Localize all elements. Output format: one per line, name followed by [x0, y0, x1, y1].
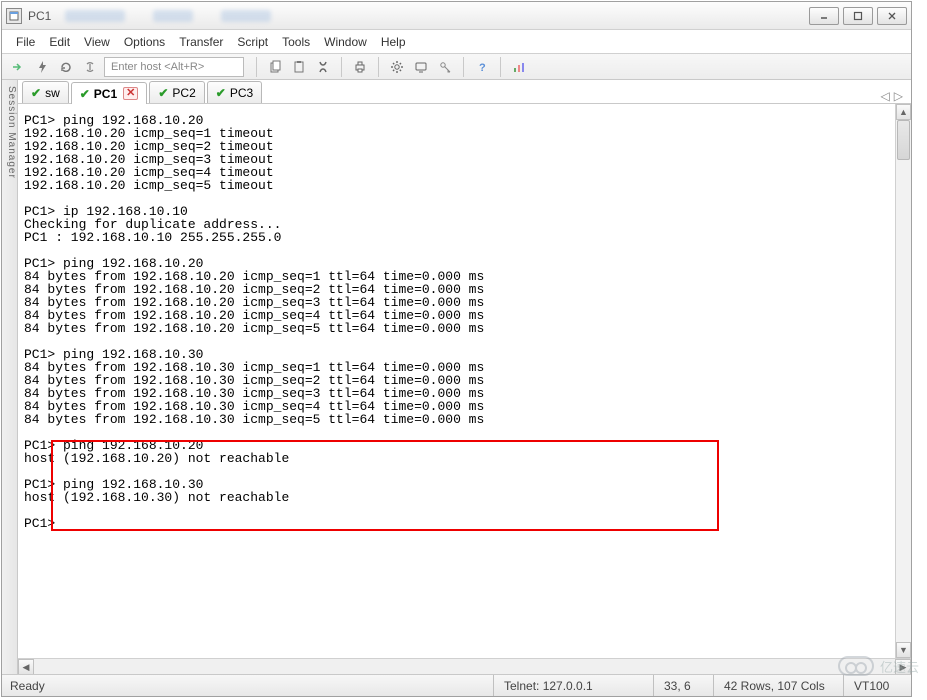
- terminal-output[interactable]: PC1> ping 192.168.10.20 192.168.10.20 ic…: [18, 104, 895, 658]
- menu-window[interactable]: Window: [324, 35, 367, 49]
- status-ready: Ready: [10, 675, 493, 696]
- horizontal-scrollbar[interactable]: ◀ ▶: [18, 658, 911, 674]
- host-placeholder: Enter host <Alt+R>: [111, 61, 204, 73]
- toolbar: Enter host <Alt+R> ?: [2, 54, 911, 80]
- lightning-icon[interactable]: [32, 57, 52, 77]
- session-manager-label: Session Manager: [6, 86, 17, 179]
- status-connection: Telnet: 127.0.0.1: [493, 675, 653, 696]
- copy-icon[interactable]: [265, 57, 285, 77]
- scroll-down-icon[interactable]: ▼: [896, 642, 911, 658]
- toolbar-separator: [256, 57, 257, 77]
- status-cursor: 33, 6: [653, 675, 713, 696]
- find-icon[interactable]: [313, 57, 333, 77]
- status-termtype: VT100: [843, 675, 903, 696]
- vertical-scrollbar[interactable]: ▲ ▼: [895, 104, 911, 658]
- check-icon: ✔: [31, 86, 41, 100]
- statusbar: Ready Telnet: 127.0.0.1 33, 6 42 Rows, 1…: [2, 674, 911, 696]
- app-window: PC1 File Edit View Options Transfer Scri…: [1, 1, 912, 697]
- tab-next-icon[interactable]: ▷: [894, 89, 903, 103]
- main-area: ✔ sw ✔ PC1 ✕ ✔ PC2 ✔ PC3 ◁ ▷: [18, 80, 911, 674]
- menu-view[interactable]: View: [84, 35, 110, 49]
- tab-sw[interactable]: ✔ sw: [22, 81, 69, 103]
- scroll-left-icon[interactable]: ◀: [18, 659, 34, 674]
- menu-tools[interactable]: Tools: [282, 35, 310, 49]
- toolbar-separator: [500, 57, 501, 77]
- tab-prev-icon[interactable]: ◁: [881, 89, 890, 103]
- svg-text:?: ?: [479, 62, 486, 74]
- tab-label: PC2: [172, 86, 195, 100]
- toolbar-separator: [378, 57, 379, 77]
- scroll-track[interactable]: [896, 120, 911, 642]
- menu-edit[interactable]: Edit: [49, 35, 70, 49]
- print-icon[interactable]: [350, 57, 370, 77]
- tab-pc2[interactable]: ✔ PC2: [149, 81, 204, 103]
- close-tab-icon[interactable]: ✕: [123, 87, 138, 100]
- tab-label: PC3: [230, 86, 253, 100]
- session-icon[interactable]: [411, 57, 431, 77]
- quick-connect-icon[interactable]: [8, 57, 28, 77]
- menu-script[interactable]: Script: [237, 35, 268, 49]
- host-input[interactable]: Enter host <Alt+R>: [104, 57, 244, 77]
- check-icon: ✔: [80, 87, 90, 101]
- tab-pc3[interactable]: ✔ PC3: [207, 81, 262, 103]
- chart-icon[interactable]: [509, 57, 529, 77]
- reconnect-icon[interactable]: [56, 57, 76, 77]
- title-blur-decoration: [153, 10, 193, 22]
- app-icon: [6, 8, 22, 24]
- scroll-up-icon[interactable]: ▲: [896, 104, 911, 120]
- session-manager-panel[interactable]: Session Manager: [2, 80, 18, 674]
- maximize-button[interactable]: [843, 7, 873, 25]
- scroll-right-icon[interactable]: ▶: [895, 659, 911, 674]
- toolbar-separator: [463, 57, 464, 77]
- terminal-frame: PC1> ping 192.168.10.20 192.168.10.20 ic…: [18, 104, 911, 658]
- tab-label: sw: [45, 86, 60, 100]
- body-area: Session Manager ✔ sw ✔ PC1 ✕ ✔ PC2: [2, 80, 911, 674]
- tab-label: PC1: [94, 87, 117, 101]
- window-title: PC1: [28, 9, 51, 23]
- minimize-button[interactable]: [809, 7, 839, 25]
- key-icon[interactable]: [435, 57, 455, 77]
- settings-icon[interactable]: [387, 57, 407, 77]
- menubar: File Edit View Options Transfer Script T…: [2, 30, 911, 54]
- terminal-wrap: PC1> ping 192.168.10.20 192.168.10.20 ic…: [18, 104, 895, 658]
- titlebar: PC1: [2, 2, 911, 30]
- window-controls: [809, 7, 907, 25]
- paste-icon[interactable]: [289, 57, 309, 77]
- scroll-thumb[interactable]: [897, 120, 910, 160]
- tab-pc1[interactable]: ✔ PC1 ✕: [71, 82, 148, 104]
- menu-transfer[interactable]: Transfer: [179, 35, 223, 49]
- menu-file[interactable]: File: [16, 35, 35, 49]
- tab-nav: ◁ ▷: [881, 89, 911, 103]
- scroll-track-h[interactable]: [34, 659, 895, 674]
- tabbar: ✔ sw ✔ PC1 ✕ ✔ PC2 ✔ PC3 ◁ ▷: [18, 80, 911, 104]
- disconnect-icon[interactable]: [80, 57, 100, 77]
- check-icon: ✔: [216, 86, 226, 100]
- status-dimensions: 42 Rows, 107 Cols: [713, 675, 843, 696]
- menu-help[interactable]: Help: [381, 35, 406, 49]
- menu-options[interactable]: Options: [124, 35, 165, 49]
- title-blur-decoration: [65, 10, 125, 22]
- check-icon: ✔: [158, 86, 168, 100]
- title-blur-decoration: [221, 10, 271, 22]
- toolbar-separator: [341, 57, 342, 77]
- help-icon[interactable]: ?: [472, 57, 492, 77]
- close-button[interactable]: [877, 7, 907, 25]
